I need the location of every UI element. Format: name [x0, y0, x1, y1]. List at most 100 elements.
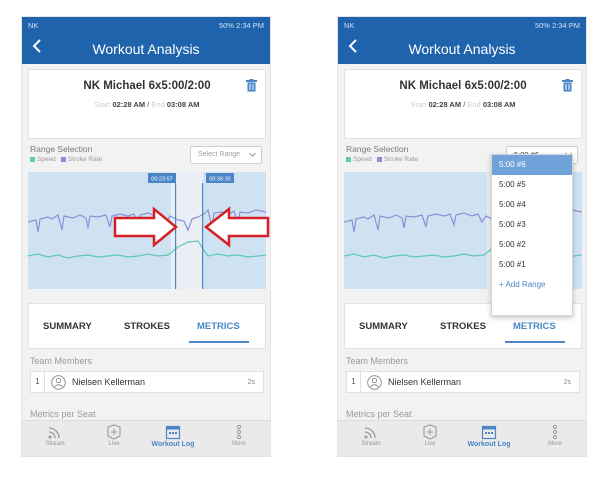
add-range-button[interactable]: + Add Range [492, 275, 572, 295]
back-button[interactable] [28, 39, 46, 59]
member-name: Nielsen Kellerman [72, 377, 146, 387]
carrier-label: NK [28, 21, 39, 30]
nav-live[interactable]: Live [89, 424, 139, 447]
nav-stream-label: Stream [361, 441, 381, 447]
nav-stream-label: Stream [45, 441, 65, 447]
legend-label-speed: Speed [37, 156, 56, 163]
nav-stream[interactable]: Stream [30, 424, 80, 447]
clock-label: 2:34 PM [552, 21, 580, 30]
person-icon [51, 374, 66, 390]
nav-workout-log-label: Workout Log [467, 441, 511, 448]
person-icon [367, 374, 382, 390]
back-button[interactable] [344, 39, 362, 59]
workout-chart[interactable]: 00:23:57 00:36:30 [28, 172, 266, 289]
nav-stream[interactable]: Stream [346, 424, 396, 447]
status-right: 50% 2:34 PM [219, 21, 264, 30]
chevron-left-icon [32, 39, 41, 53]
member-name: Nielsen Kellerman [388, 377, 462, 387]
start-label: Start [410, 100, 427, 109]
nav-live-label: Live [108, 441, 120, 447]
stream-icon [48, 427, 60, 439]
workout-title: NK Michael 6x5:00/2:00 [83, 80, 211, 92]
nav-more[interactable]: More [530, 424, 580, 447]
seat-number: 1 [347, 372, 361, 392]
nav-workout-log-label: Workout Log [151, 441, 195, 448]
end-time: 03:08 AM [166, 100, 200, 109]
app-bar-title: Workout Analysis [408, 41, 516, 57]
stream-icon [364, 427, 376, 439]
range-dropdown-menu: 5:00 #6 5:00 #5 5:00 #4 5:00 #3 5:00 #2 … [491, 154, 573, 316]
range-option-5-00-3[interactable]: 5:00 #3 [492, 215, 572, 235]
battery-label: 50% [218, 21, 234, 30]
legend-label-speed: Speed [353, 156, 372, 163]
active-tab-indicator [189, 341, 249, 343]
time-separator: / [463, 100, 466, 109]
member-badge: 2s [247, 378, 255, 386]
nav-workout-log[interactable]: Workout Log [464, 424, 514, 448]
team-members-label: Team Members [30, 356, 93, 366]
chart-legend: Speed Stroke Rate [30, 156, 102, 163]
range-selection-title: Range Selection [346, 144, 409, 154]
workout-time-range: Start 02:28 AM / End 03:08 AM [345, 100, 581, 109]
range-select-dropdown[interactable]: Select Range [190, 146, 262, 164]
range-option-5-00-2[interactable]: 5:00 #2 [492, 235, 572, 255]
start-label: Start [94, 100, 111, 109]
range-select-placeholder: Select Range [198, 151, 241, 158]
range-option-5-00-6[interactable]: 5:00 #6 [492, 155, 572, 175]
status-bar: NK 50% 2:34 PM [338, 17, 586, 34]
nav-workout-log[interactable]: Workout Log [148, 424, 198, 448]
range-handle-left [175, 183, 177, 289]
seat-number: 1 [31, 372, 45, 392]
nav-live-label: Live [424, 441, 436, 447]
legend-swatch-stroke-rate [376, 157, 382, 162]
range-handle-right [202, 183, 204, 289]
tab-strokes[interactable]: STROKES [124, 321, 170, 332]
legend-swatch-speed [30, 157, 35, 162]
calendar-icon [481, 425, 497, 440]
trash-icon[interactable] [246, 79, 257, 92]
legend-swatch-stroke-rate [60, 157, 66, 162]
range-option-5-00-5[interactable]: 5:00 #5 [492, 175, 572, 195]
tab-summary[interactable]: SUMMARY [359, 321, 408, 332]
tab-metrics[interactable]: METRICS [197, 321, 240, 332]
legend-label-stroke-rate: Stroke Rate [67, 156, 103, 163]
team-members-label: Team Members [346, 356, 409, 366]
more-icon [552, 424, 558, 440]
status-right: 50% 2:34 PM [535, 21, 580, 30]
more-icon [236, 424, 242, 440]
team-member-row[interactable]: 1 Nielsen Kellerman 2s [30, 371, 264, 393]
bottom-navigation: Stream Live Workout Log More [338, 420, 586, 456]
legend-swatch-speed [346, 157, 351, 162]
workout-title: NK Michael 6x5:00/2:00 [399, 80, 527, 92]
app-bar: Workout Analysis [338, 34, 586, 64]
range-marker-1-label: 00:23:57 [151, 177, 172, 183]
chevron-left-icon [348, 39, 357, 53]
active-tab-indicator [505, 341, 565, 343]
end-label: End [467, 100, 481, 109]
start-time: 02:28 AM [112, 100, 146, 109]
range-option-5-00-4[interactable]: 5:00 #4 [492, 195, 572, 215]
battery-label: 50% [534, 21, 550, 30]
range-option-5-00-1[interactable]: 5:00 #1 [492, 255, 572, 275]
legend-label-stroke-rate: Stroke Rate [383, 156, 419, 163]
app-bar: Workout Analysis [22, 34, 270, 64]
trash-icon[interactable] [562, 79, 573, 92]
nav-more[interactable]: More [214, 424, 264, 447]
tab-strokes[interactable]: STROKES [440, 321, 486, 332]
workout-time-range: Start 02:28 AM / End 03:08 AM [29, 100, 265, 109]
live-icon [423, 424, 437, 440]
calendar-icon [165, 425, 181, 440]
tab-metrics[interactable]: METRICS [513, 321, 556, 332]
chevron-down-icon [249, 152, 256, 157]
chart-background [28, 172, 266, 289]
workout-header-card: NK Michael 6x5:00/2:00 Start 02:28 AM / … [28, 69, 266, 139]
tab-summary[interactable]: SUMMARY [43, 321, 92, 332]
live-icon [107, 424, 121, 440]
clock-label: 2:34 PM [236, 21, 264, 30]
nav-live[interactable]: Live [405, 424, 455, 447]
workout-header-card: NK Michael 6x5:00/2:00 Start 02:28 AM / … [344, 69, 582, 139]
team-member-row[interactable]: 1 Nielsen Kellerman 2s [346, 371, 580, 393]
status-bar: NK 50% 2:34 PM [22, 17, 270, 34]
chart-legend: Speed Stroke Rate [346, 156, 418, 163]
nav-more-label: More [232, 441, 246, 447]
